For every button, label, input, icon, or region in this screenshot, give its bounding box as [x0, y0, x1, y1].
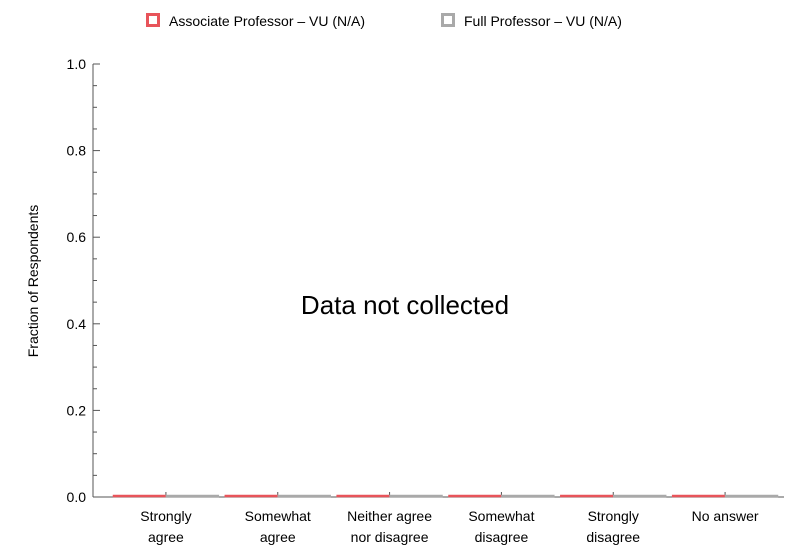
bar-chart: Associate Professor – VU (N/A) Full Profe… — [25, 13, 784, 545]
y-tick-label: 0.4 — [67, 316, 87, 332]
bar-associate-2 — [336, 494, 390, 498]
x-tick-label: No answer — [692, 508, 759, 524]
bar-full-5 — [724, 494, 779, 498]
x-tick-label: disagree — [586, 529, 640, 545]
x-tick-label: agree — [260, 529, 296, 545]
legend-entry: Associate Professor – VU (N/A) — [146, 13, 365, 29]
x-tick-label: nor disagree — [351, 529, 429, 545]
x-tick-label: Strongly — [140, 508, 191, 524]
legend-label: Full Professor – VU (N/A) — [464, 13, 622, 29]
chart-legend: Associate Professor – VU (N/A) Full Profe… — [146, 13, 622, 29]
bar-associate-0 — [112, 494, 167, 498]
bar-full-0 — [165, 494, 220, 498]
legend-swatch — [441, 13, 455, 27]
bar-full-4 — [613, 494, 667, 498]
bar-full-2 — [389, 494, 443, 498]
x-tick-label: agree — [148, 529, 184, 545]
bar-associate-1 — [224, 494, 278, 498]
y-tick-label: 0.8 — [67, 143, 87, 159]
y-axis-label: Fraction of Respondents — [25, 205, 41, 358]
bar-full-1 — [277, 494, 331, 498]
no-data-annotation: Data not collected — [301, 290, 509, 320]
bar-associate-5 — [671, 494, 726, 498]
y-tick-label: 1.0 — [67, 56, 87, 72]
y-tick-label: 0.6 — [67, 229, 87, 245]
legend-entry: Full Professor – VU (N/A) — [441, 13, 622, 29]
bar-full-3 — [501, 494, 555, 498]
x-tick-label: Somewhat — [245, 508, 311, 524]
bar-associate-4 — [560, 494, 614, 498]
x-tick-label: Strongly — [588, 508, 639, 524]
x-tick-label: Neither agree — [347, 508, 432, 524]
y-tick-label: 0.0 — [67, 489, 87, 505]
x-tick-label: disagree — [475, 529, 529, 545]
y-tick-label: 0.2 — [67, 402, 87, 418]
bar-associate-3 — [448, 494, 502, 498]
legend-label: Associate Professor – VU (N/A) — [169, 13, 365, 29]
x-tick-label: Somewhat — [468, 508, 534, 524]
legend-swatch — [146, 13, 160, 27]
